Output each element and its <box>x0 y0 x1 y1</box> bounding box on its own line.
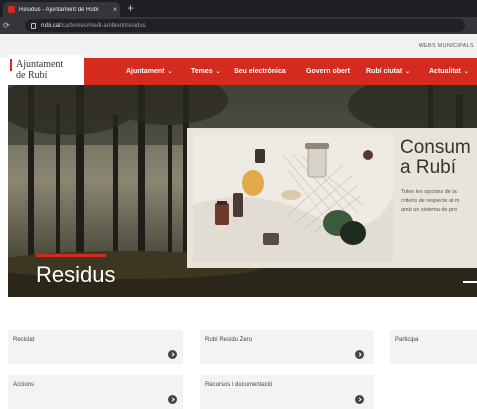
arrow-right-icon <box>168 395 177 404</box>
lock-icon <box>31 22 36 29</box>
tile-recursos-i-documentacio[interactable]: Recursos i documentació <box>200 375 374 409</box>
tile-label: Rubí Residu Zero <box>205 337 253 343</box>
chevron-down-icon: ⌄ <box>405 69 411 75</box>
browser-toolbar: ⟳ rubi.cat /ca/temes/medi-ambient/residu… <box>0 17 477 34</box>
tile-label: Recursos i documentació <box>205 382 273 388</box>
nav-item-rubi-ciutat[interactable]: Rubí ciutat ⌄ <box>366 68 410 75</box>
tile-label: Accions <box>13 382 35 388</box>
chevron-down-icon: ⌄ <box>215 69 221 75</box>
browser-tab-strip: Residus - Ajuntament de Rubí × + <box>0 0 477 17</box>
chevron-down-icon: ⌄ <box>463 69 469 75</box>
main-navigation: Ajuntament ⌄ Temes ⌄ Seu electrònica Gover… <box>84 58 477 85</box>
tab-title: Residus - Ajuntament de Rubí <box>19 6 99 13</box>
card-description: Totes les opcions de la criteris de resp… <box>401 189 460 213</box>
tile-rubi-residu-zero[interactable]: Rubí Residu Zero <box>200 330 374 364</box>
nav-item-temes[interactable]: Temes ⌄ <box>191 68 221 75</box>
slider-indicator[interactable] <box>463 281 477 283</box>
tile-reciclat[interactable]: Reciclat <box>8 330 183 364</box>
logo-text: Ajuntament de Rubí <box>16 59 64 81</box>
tile-participa[interactable]: Participa <box>390 330 477 364</box>
card-title: Consum r a Rubí <box>400 137 477 178</box>
nav-item-actualitat[interactable]: Actualitat ⌄ <box>429 68 469 75</box>
arrow-right-icon <box>355 395 364 404</box>
featured-card[interactable]: Consum r a Rubí Totes les opcions de la … <box>187 128 477 268</box>
browser-tab[interactable]: Residus - Ajuntament de Rubí × <box>3 2 120 17</box>
arrow-right-icon <box>168 350 177 359</box>
zero-waste-products-image <box>193 135 393 262</box>
chevron-down-icon: ⌄ <box>167 69 173 75</box>
new-tab-button[interactable]: + <box>127 1 134 16</box>
tile-label: Reciclat <box>13 337 35 343</box>
reload-icon[interactable]: ⟳ <box>3 21 13 30</box>
favicon-icon <box>8 6 15 13</box>
logo-mark <box>10 59 12 71</box>
arrow-right-icon <box>355 350 364 359</box>
url-host: rubi.cat <box>41 22 61 29</box>
address-bar[interactable]: rubi.cat /ca/temes/medi-ambient/residus <box>25 19 465 32</box>
nav-item-ajuntament[interactable]: Ajuntament ⌄ <box>126 68 173 75</box>
nav-item-govern-obert[interactable]: Govern obert <box>306 68 350 75</box>
tile-label: Participa <box>395 337 419 343</box>
page-title: Residus <box>36 262 116 287</box>
tile-accions[interactable]: Accions <box>8 375 183 409</box>
title-accent-bar <box>36 254 106 257</box>
webs-municipals-link[interactable]: WEBS MUNICIPALS <box>419 43 474 49</box>
nav-item-seu-electronica[interactable]: Seu electrònica <box>234 68 286 75</box>
url-path: /ca/temes/medi-ambient/residus <box>60 22 146 29</box>
close-tab-icon[interactable]: × <box>110 5 120 14</box>
